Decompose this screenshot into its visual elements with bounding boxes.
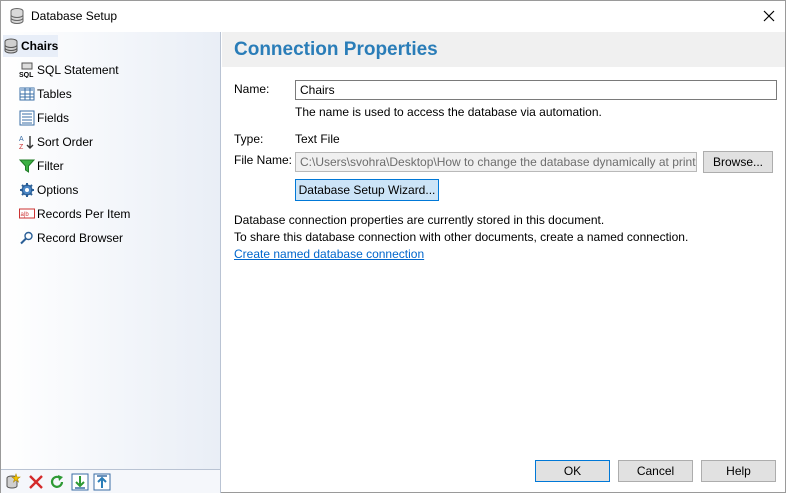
type-label: Type: <box>234 132 264 146</box>
sidebar-item-label: Records Per Item <box>37 207 131 221</box>
cancel-button[interactable]: Cancel <box>618 460 693 482</box>
help-button[interactable]: Help <box>701 460 776 482</box>
sql-icon: SQL <box>19 62 35 79</box>
dialog-window: Database Setup Chairs SQL SQL Statement … <box>0 0 786 493</box>
file-name-label: File Name: <box>234 153 293 167</box>
database-icon <box>3 38 19 54</box>
move-down-icon[interactable] <box>71 473 89 491</box>
panel-header: Connection Properties <box>222 32 785 67</box>
database-setup-wizard-button[interactable]: Database Setup Wizard... <box>295 179 439 201</box>
type-value: Text File <box>295 132 340 146</box>
add-database-icon[interactable] <box>4 473 22 491</box>
svg-text:Z: Z <box>19 144 24 150</box>
sidebar-item-label: Tables <box>37 87 72 101</box>
sidebar-item-label: Chairs <box>21 39 59 53</box>
sidebar-item-label: Options <box>37 183 79 197</box>
move-up-icon[interactable] <box>93 473 111 491</box>
sidebar-item-record-browser[interactable]: Record Browser <box>19 227 123 249</box>
svg-text:A: A <box>19 136 24 143</box>
info-text-line2: To share this database connection with o… <box>234 230 689 244</box>
sidebar-item-records-per-item[interactable]: a|b Records Per Item <box>19 203 130 225</box>
ok-button[interactable]: OK <box>535 460 610 482</box>
main-panel: Connection Properties Name: Chairs The n… <box>222 32 785 492</box>
svg-text:a|b: a|b <box>21 212 30 218</box>
name-label: Name: <box>234 82 270 96</box>
sidebar-item-filter[interactable]: Filter <box>18 155 64 177</box>
records-icon: a|b <box>19 206 35 222</box>
refresh-icon[interactable] <box>48 473 66 491</box>
sidebar-item-label: Sort Order <box>37 135 94 149</box>
svg-text:SQL: SQL <box>19 72 34 78</box>
page-title: Connection Properties <box>234 39 438 60</box>
name-field[interactable]: Chairs <box>295 80 777 100</box>
sidebar-item-label: SQL Statement <box>37 63 119 77</box>
sidebar-item-label: Record Browser <box>37 231 124 245</box>
info-text-line1: Database connection properties are curre… <box>234 213 605 227</box>
filter-icon <box>18 158 36 174</box>
sidebar-item-label: Fields <box>37 111 70 125</box>
close-icon <box>763 10 775 22</box>
title-bar: Database Setup <box>1 1 785 31</box>
sidebar-item-fields[interactable]: Fields <box>19 107 69 129</box>
magnifier-icon <box>19 230 35 246</box>
create-named-connection-link[interactable]: Create named database connection <box>234 247 424 261</box>
sidebar-item-tables[interactable]: Tables <box>19 83 72 105</box>
sidebar: Chairs SQL SQL Statement Tables Fields A… <box>1 32 221 469</box>
gear-icon <box>19 182 35 198</box>
browse-button[interactable]: Browse... <box>703 151 773 173</box>
name-hint: The name is used to access the database … <box>295 105 602 119</box>
window-title: Database Setup <box>31 9 118 23</box>
database-icon <box>10 8 24 24</box>
delete-icon[interactable] <box>27 473 45 491</box>
sidebar-item-sql-statement[interactable]: SQL SQL Statement <box>19 59 119 81</box>
sidebar-item-label: Filter <box>37 159 64 173</box>
sidebar-toolbar <box>1 469 221 493</box>
sort-icon: A Z <box>19 134 35 151</box>
file-name-field: C:\Users\svohra\Desktop\How to change th… <box>295 152 697 172</box>
table-icon <box>19 86 35 102</box>
fields-icon <box>19 110 35 126</box>
sidebar-item-chairs[interactable]: Chairs <box>3 35 59 57</box>
sidebar-item-sort-order[interactable]: A Z Sort Order <box>19 131 93 153</box>
close-button[interactable] <box>753 1 785 31</box>
sidebar-item-options[interactable]: Options <box>19 179 78 201</box>
